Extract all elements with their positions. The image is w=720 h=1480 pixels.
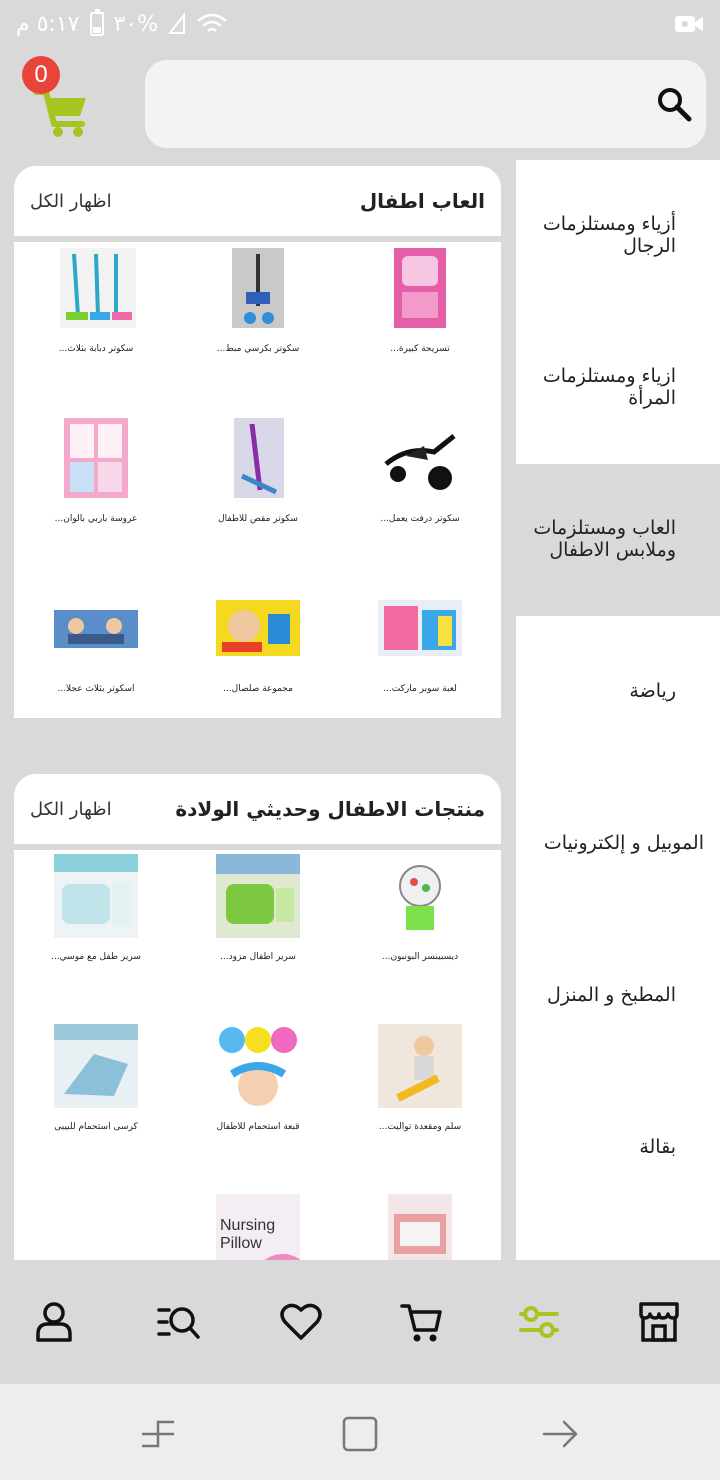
product-name: تسريحة كبيرة... xyxy=(390,344,450,354)
sidebar-item-women[interactable]: ازياء ومستلزمات المرأة xyxy=(516,312,720,464)
product-image xyxy=(54,854,138,938)
product-image xyxy=(378,1024,462,1108)
product-name: كرسى استحمام للبيبى xyxy=(54,1122,138,1132)
user-icon[interactable] xyxy=(32,1300,76,1344)
system-nav-bar xyxy=(0,1384,720,1480)
product-name: سرير اطفال مزود... xyxy=(220,952,296,962)
product-card[interactable]: قبعة استحمام للاطفال xyxy=(177,1020,339,1188)
show-all-link[interactable]: اظهار الكل xyxy=(30,191,112,212)
wifi-icon xyxy=(197,13,227,32)
product-image xyxy=(54,1024,138,1108)
product-name: عروسة باربي بالوان... xyxy=(54,514,138,524)
product-image xyxy=(216,854,300,938)
store-icon[interactable] xyxy=(637,1300,681,1344)
search-list-icon[interactable] xyxy=(157,1300,201,1344)
section-title: العاب اطفال xyxy=(359,189,485,213)
product-name: قبعة استحمام للاطفال xyxy=(216,1122,300,1132)
sidebar-item-men[interactable]: أزياء ومستلزمات الرجال xyxy=(516,160,720,312)
product-image xyxy=(399,865,441,930)
section-header-baby-products: اظهار الكل منتجات الاطفال وحديثي الولادة xyxy=(14,774,501,844)
product-card[interactable]: تسريحة كبيرة... xyxy=(339,242,501,410)
section-header-kids-toys: اظهار الكل العاب اطفال xyxy=(14,166,501,236)
search-bar[interactable] xyxy=(145,60,706,148)
product-image xyxy=(216,600,300,656)
signal-icon xyxy=(168,13,186,34)
sidebar-item-kids[interactable]: العاب ومستلزمات وملابس الاطفال xyxy=(516,464,720,616)
nursing-pillow-text-2: Pillow xyxy=(220,1235,262,1252)
cart-count-badge: 0 xyxy=(22,56,60,94)
category-sidebar: أزياء ومستلزمات الرجال ازياء ومستلزمات ا… xyxy=(516,160,720,1260)
product-card[interactable]: سكوتر مقص للاطفال xyxy=(177,412,339,580)
sidebar-item-label: ازياء ومستلزمات المرأة xyxy=(542,365,676,409)
back-icon[interactable] xyxy=(540,1414,580,1454)
filter-icon[interactable] xyxy=(517,1300,561,1344)
product-card[interactable]: ديسبينسر البونبون... xyxy=(339,850,501,1018)
top-bar: 0 xyxy=(0,48,720,160)
product-grid: ديسبينسر البونبون... سرير اطفال مزود... … xyxy=(14,850,501,1260)
sidebar-item-mobile[interactable]: الموبيل و إلكترونيات xyxy=(516,768,720,920)
battery-icon xyxy=(89,9,104,36)
product-name: سكوتر مقص للاطفال xyxy=(218,514,298,524)
sidebar-item-sports[interactable]: رياضة xyxy=(516,616,720,768)
product-image xyxy=(60,248,136,328)
product-name: اسكوتر بثلاث عجلا... xyxy=(57,684,135,694)
sidebar-item-label: أزياء ومستلزمات الرجال xyxy=(542,213,676,257)
product-card[interactable]: سرير اطفال مزود... xyxy=(177,850,339,1018)
product-name: سرير طفل مع موسي... xyxy=(51,952,141,962)
product-card[interactable]: مجموعة صلصال... xyxy=(177,582,339,750)
product-card[interactable]: لعبة سوبر ماركت... xyxy=(339,582,501,750)
product-card[interactable]: سكوتر درفت يعمل... xyxy=(339,412,501,580)
sidebar-item-grocery[interactable]: بقالة xyxy=(516,1072,720,1224)
cart-icon[interactable] xyxy=(400,1300,444,1344)
header-cart-button[interactable]: 0 xyxy=(20,54,100,144)
recents-icon[interactable] xyxy=(138,1414,178,1454)
product-image xyxy=(64,418,128,498)
product-name: ديسبينسر البونبون... xyxy=(381,952,459,962)
product-image xyxy=(234,418,284,498)
product-image xyxy=(219,1027,297,1106)
home-icon[interactable] xyxy=(340,1414,380,1454)
product-name: سلم ومقعدة تواليت... xyxy=(378,1122,462,1132)
heart-icon[interactable] xyxy=(279,1300,323,1344)
sidebar-item-label: العاب ومستلزمات وملابس الاطفال xyxy=(533,517,676,561)
product-image xyxy=(388,1194,452,1260)
product-name: سكوتر دبابة بثلاث... xyxy=(58,344,134,354)
product-image xyxy=(54,610,138,648)
product-image xyxy=(394,248,446,328)
clock: ٥:١٧ م xyxy=(16,11,80,37)
product-card[interactable]: كرسى استحمام للبيبى xyxy=(15,1020,177,1188)
status-left: ٥:١٧ م ٣٠% xyxy=(16,9,228,37)
sidebar-item-label: بقالة xyxy=(639,1136,676,1159)
sidebar-item-label: الموبيل و إلكترونيات xyxy=(543,832,704,855)
search-icon[interactable] xyxy=(654,84,694,124)
product-card[interactable]: عروسة باربي بالوان... xyxy=(15,412,177,580)
sidebar-item-kitchen[interactable]: المطبخ و المنزل xyxy=(516,920,720,1072)
product-name: سكوتر درفت يعمل... xyxy=(380,514,460,524)
product-name: لعبة سوبر ماركت... xyxy=(383,684,457,694)
product-card[interactable]: سلم ومقعدة تواليت... xyxy=(339,1020,501,1188)
product-name: مجموعة صلصال... xyxy=(223,684,293,694)
product-image: NursingPillow xyxy=(216,1194,300,1260)
product-image xyxy=(384,434,456,490)
product-name: سكوتر بكرسي مبط... xyxy=(216,344,300,354)
search-input[interactable] xyxy=(165,80,635,128)
sidebar-item-label: المطبخ و المنزل xyxy=(547,984,676,1007)
status-bar: ٥:١٧ م ٣٠% xyxy=(0,0,720,48)
section-title: منتجات الاطفال وحديثي الولادة xyxy=(175,797,485,821)
product-card[interactable] xyxy=(339,1190,501,1260)
product-image xyxy=(378,600,462,656)
product-grid: تسريحة كبيرة... سكوتر بكرسي مبط... سكوتر… xyxy=(14,242,501,718)
product-image xyxy=(232,248,284,328)
bottom-nav xyxy=(0,1260,720,1384)
video-call-icon xyxy=(675,16,703,32)
sidebar-item-label: رياضة xyxy=(629,680,676,703)
product-card[interactable]: سكوتر دبابة بثلاث... xyxy=(15,242,177,410)
product-card[interactable]: سرير طفل مع موسي... xyxy=(15,850,177,1018)
show-all-link[interactable]: اظهار الكل xyxy=(30,799,112,820)
product-card[interactable]: Nursing Pillow xyxy=(177,1190,339,1260)
product-card[interactable]: اسكوتر بثلاث عجلا... xyxy=(15,582,177,750)
product-card[interactable]: سكوتر بكرسي مبط... xyxy=(177,242,339,410)
nursing-pillow-text: Nursing xyxy=(220,1217,275,1234)
battery-text: ٣٠% xyxy=(113,11,159,37)
